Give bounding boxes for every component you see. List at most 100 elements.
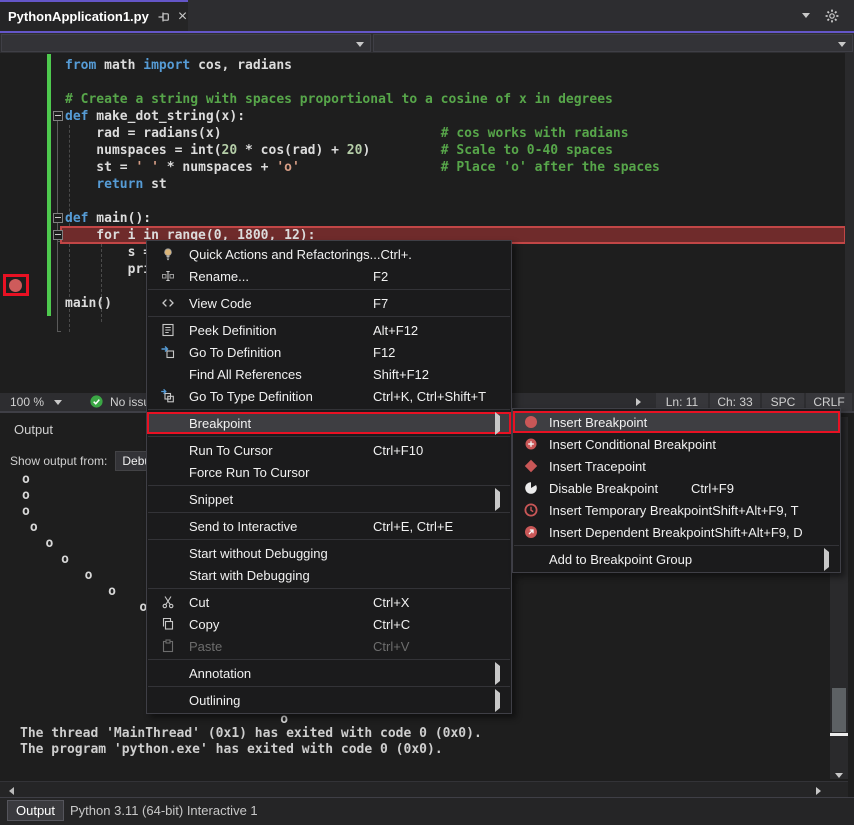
- code-line: rad = radians(x) # cos works with radian…: [0, 125, 854, 142]
- menu-item-rename[interactable]: Rename...F2: [147, 265, 511, 287]
- editor-zoom-control[interactable]: 100 %: [10, 395, 62, 409]
- menu-item-paste: PasteCtrl+V: [147, 635, 511, 657]
- menu-item-label: Go To Type Definition: [189, 389, 373, 404]
- submenu-arrow-icon: [495, 416, 511, 431]
- paste-icon: [147, 638, 189, 654]
- menu-separator: [148, 485, 510, 486]
- editor-context-menu: Quick Actions and Refactorings...Ctrl+.R…: [146, 240, 512, 714]
- menu-item-annotation[interactable]: Annotation: [147, 662, 511, 684]
- menu-shortcut: Ctrl+C: [373, 617, 495, 632]
- menu-shortcut: Ctrl+F9: [691, 481, 824, 496]
- menu-item-copy[interactable]: CopyCtrl+C: [147, 613, 511, 635]
- menu-item-peek-definition[interactable]: Peek DefinitionAlt+F12: [147, 319, 511, 341]
- scrollbar-thumb[interactable]: [832, 688, 846, 732]
- menu-item-insert-temporary-breakpoint[interactable]: Insert Temporary BreakpointShift+Alt+F9,…: [513, 499, 840, 521]
- menu-item-label: Start without Debugging: [189, 546, 373, 561]
- menu-item-insert-conditional-breakpoint[interactable]: Insert Conditional Breakpoint: [513, 433, 840, 455]
- menu-item-cut[interactable]: CutCtrl+X: [147, 591, 511, 613]
- breakpoint-submenu: Insert Breakpoint Insert Conditional Brea…: [512, 408, 841, 573]
- tab-output[interactable]: Output: [7, 800, 64, 821]
- tab-title: PythonApplication1.py: [8, 9, 149, 24]
- gear-icon[interactable]: [824, 8, 840, 24]
- scrollbar-marker: [830, 733, 848, 736]
- editor-vertical-scrollbar[interactable]: [845, 53, 854, 393]
- output-panel-title: Output: [14, 422, 53, 437]
- menu-item-start-with-debugging[interactable]: Start with Debugging: [147, 564, 511, 586]
- menu-separator: [148, 588, 510, 589]
- go-to-type-definition-icon: [147, 388, 189, 404]
- scroll-right-icon[interactable]: [816, 787, 821, 795]
- scroll-down-icon[interactable]: [835, 773, 843, 778]
- zoom-level: 100 %: [10, 395, 44, 409]
- menu-item-insert-breakpoint[interactable]: Insert Breakpoint: [513, 411, 840, 433]
- submenu-arrow-icon: [495, 492, 511, 507]
- code-icon: [147, 295, 189, 311]
- disable-breakpoint-icon: [513, 480, 549, 496]
- menu-item-label: Snippet: [189, 492, 373, 507]
- menu-item-label: Insert Conditional Breakpoint: [549, 437, 716, 452]
- nav-member-dropdown[interactable]: [373, 34, 853, 52]
- menu-item-disable-breakpoint[interactable]: Disable BreakpointCtrl+F9: [513, 477, 840, 499]
- menu-item-view-code[interactable]: View CodeF7: [147, 292, 511, 314]
- visual-studio-window: PythonApplication1.py ×: [0, 0, 854, 825]
- bottom-panel-tabs: Output Python 3.11 (64-bit) Interactive …: [0, 797, 854, 825]
- menu-shortcut: Shift+F12: [373, 367, 495, 382]
- submenu-arrow-icon: [495, 693, 511, 708]
- menu-separator: [148, 289, 510, 290]
- conditional-breakpoint-icon: [513, 436, 549, 452]
- cut-icon: [147, 594, 189, 610]
- pin-icon[interactable]: [156, 9, 172, 25]
- scroll-left-icon[interactable]: [9, 787, 14, 795]
- menu-separator: [148, 659, 510, 660]
- code-line: [0, 74, 854, 91]
- menu-item-insert-tracepoint[interactable]: Insert Tracepoint: [513, 455, 840, 477]
- menu-item-label: Copy: [189, 617, 373, 632]
- menu-item-send-to-interactive[interactable]: Send to InteractiveCtrl+E, Ctrl+E: [147, 515, 511, 537]
- menu-item-label: Outlining: [189, 693, 373, 708]
- breakpoint-icon: [513, 414, 549, 430]
- menu-item-go-to-definition[interactable]: Go To DefinitionF12: [147, 341, 511, 363]
- tab-pythonapplication1-py[interactable]: PythonApplication1.py ×: [0, 0, 188, 31]
- menu-item-find-all-references[interactable]: Find All ReferencesShift+F12: [147, 363, 511, 385]
- menu-item-label: Quick Actions and Refactorings...: [189, 247, 380, 262]
- menu-item-force-run-to-cursor[interactable]: Force Run To Cursor: [147, 461, 511, 483]
- menu-shortcut: Ctrl+E, Ctrl+E: [373, 519, 495, 534]
- menu-item-label: Insert Tracepoint: [549, 459, 691, 474]
- menu-item-label: Breakpoint: [189, 416, 373, 431]
- menu-item-label: Annotation: [189, 666, 373, 681]
- menu-item-insert-dependent-breakpoint[interactable]: Insert Dependent BreakpointShift+Alt+F9,…: [513, 521, 840, 543]
- tab-python-interactive[interactable]: Python 3.11 (64-bit) Interactive 1: [62, 800, 266, 821]
- dropdown-caret-icon[interactable]: [802, 13, 810, 18]
- close-icon[interactable]: ×: [178, 10, 187, 24]
- menu-item-breakpoint[interactable]: Breakpoint: [147, 412, 511, 434]
- menu-separator: [148, 512, 510, 513]
- menu-item-quick-actions-and-refactorings[interactable]: Quick Actions and Refactorings...Ctrl+.: [147, 243, 511, 265]
- menu-shortcut: Shift+Alt+F9, T: [712, 503, 824, 518]
- menu-item-go-to-type-definition[interactable]: Go To Type DefinitionCtrl+K, Ctrl+Shift+…: [147, 385, 511, 407]
- menu-shortcut: Ctrl+V: [373, 639, 495, 654]
- menu-separator: [148, 409, 510, 410]
- scroll-right-icon[interactable]: [636, 398, 641, 406]
- lightbulb-icon: [147, 246, 189, 262]
- menu-shortcut: Ctrl+.: [380, 247, 502, 262]
- menu-shortcut: F12: [373, 345, 495, 360]
- output-message: The program 'python.exe' has exited with…: [20, 742, 443, 757]
- fold-collapse-icon[interactable]: [53, 111, 63, 121]
- menu-shortcut: F7: [373, 296, 495, 311]
- menu-item-snippet[interactable]: Snippet: [147, 488, 511, 510]
- nav-project-dropdown[interactable]: [1, 34, 371, 52]
- menu-item-run-to-cursor[interactable]: Run To CursorCtrl+F10: [147, 439, 511, 461]
- peek-definition-icon: [147, 322, 189, 338]
- go-to-definition-icon: [147, 344, 189, 360]
- menu-item-start-without-debugging[interactable]: Start without Debugging: [147, 542, 511, 564]
- menu-item-label: Insert Temporary Breakpoint: [549, 503, 712, 518]
- code-line: return st: [0, 176, 854, 193]
- menu-item-label: Rename...: [189, 269, 373, 284]
- menu-item-add-to-breakpoint-group[interactable]: Add to Breakpoint Group: [513, 548, 840, 570]
- menu-item-outlining[interactable]: Outlining: [147, 689, 511, 711]
- menu-item-label: Peek Definition: [189, 323, 373, 338]
- menu-item-label: View Code: [189, 296, 373, 311]
- fold-collapse-icon[interactable]: [53, 230, 63, 240]
- fold-collapse-icon[interactable]: [53, 213, 63, 223]
- submenu-arrow-icon: [495, 666, 511, 681]
